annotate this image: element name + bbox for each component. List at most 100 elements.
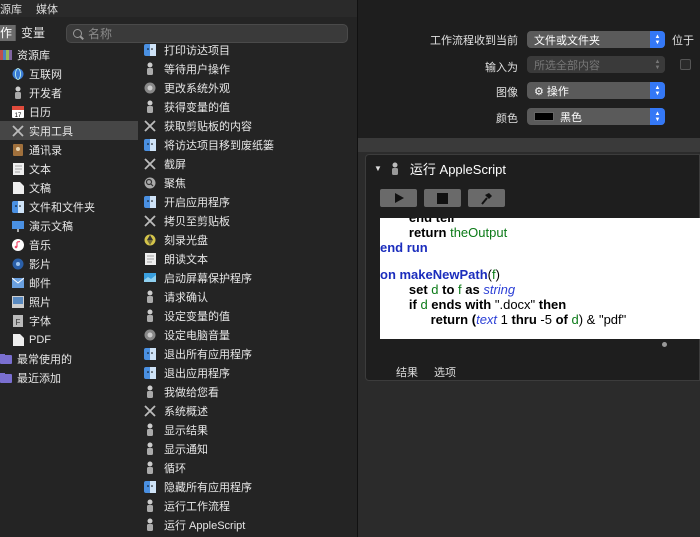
- input-popup[interactable]: 所选全部内容 ▲ ▼: [527, 56, 665, 73]
- code-token: string: [483, 282, 516, 297]
- automator-icon: [143, 442, 157, 456]
- library-item[interactable]: 资源库: [0, 45, 138, 64]
- code-token: ".docx": [494, 297, 536, 312]
- script-editor[interactable]: end tell return theOutputend runon makeN…: [380, 218, 700, 339]
- tools-icon: [143, 119, 157, 133]
- action-list-item[interactable]: 退出应用程序: [138, 363, 358, 382]
- input-checkbox[interactable]: [680, 59, 691, 70]
- tools-icon: [143, 157, 157, 171]
- finder-icon: [143, 195, 157, 209]
- library-item[interactable]: 文件和文件夹: [0, 197, 138, 216]
- library-item[interactable]: 最常使用的: [0, 349, 138, 368]
- search-input[interactable]: [88, 26, 328, 41]
- receives-popup[interactable]: 文件或文件夹 ▲ ▼: [527, 31, 665, 48]
- library-item[interactable]: 17 日历: [0, 102, 138, 121]
- disclosure-triangle-icon[interactable]: ▼: [374, 164, 382, 173]
- library-item[interactable]: 最近添加: [0, 368, 138, 387]
- action-item-label: 将访达项目移到废纸篓: [164, 139, 274, 152]
- action-list-item[interactable]: 聚焦: [138, 173, 358, 192]
- action-item-label: 设定变量的值: [164, 310, 230, 323]
- action-list-item[interactable]: 运行工作流程: [138, 496, 358, 515]
- library-item[interactable]: 文稿: [0, 178, 138, 197]
- results-tab[interactable]: 结果: [396, 364, 418, 380]
- action-list-item[interactable]: 获得变量的值: [138, 97, 358, 116]
- run-button[interactable]: [380, 189, 417, 207]
- action-header: ▼ 运行 AppleScript: [374, 159, 506, 178]
- action-list-item[interactable]: 等待用户操作: [138, 59, 358, 78]
- action-list-item[interactable]: 开启应用程序: [138, 192, 358, 211]
- action-list-item[interactable]: 显示通知: [138, 439, 358, 458]
- action-list-item[interactable]: 将访达项目移到废纸篓: [138, 135, 358, 154]
- library-item[interactable]: 邮件: [0, 273, 138, 292]
- action-item-label: 启动屏幕保护程序: [164, 272, 252, 285]
- action-list-item[interactable]: 截屏: [138, 154, 358, 173]
- finder-icon: [143, 480, 157, 494]
- tab-library[interactable]: 源库: [0, 1, 22, 17]
- code-token: d: [571, 312, 579, 327]
- library-item-label: 邮件: [29, 277, 51, 290]
- action-list-item[interactable]: 设定变量的值: [138, 306, 358, 325]
- code-token: return (: [380, 312, 477, 327]
- action-list-item[interactable]: 运行 AppleScript: [138, 515, 358, 534]
- code-token: of: [555, 312, 568, 327]
- automator-icon: [143, 385, 157, 399]
- color-popup[interactable]: 黑色 ▲ ▼: [527, 108, 665, 125]
- library-item-label: 实用工具: [29, 125, 73, 138]
- library-item[interactable]: F 字体: [0, 311, 138, 330]
- action-list-item[interactable]: 设定电脑音量: [138, 325, 358, 344]
- action-list-item[interactable]: 我做给您看: [138, 382, 358, 401]
- text-icon: [12, 162, 24, 175]
- library-item[interactable]: 实用工具: [0, 121, 138, 140]
- contacts-icon: [12, 143, 24, 156]
- library-item[interactable]: 互联网: [0, 64, 138, 83]
- in-label: 位于: [672, 35, 694, 47]
- automator-icon: [143, 290, 157, 304]
- action-item-label: 开启应用程序: [164, 196, 230, 209]
- library-item[interactable]: 影片: [0, 254, 138, 273]
- segment-actions[interactable]: 作: [0, 25, 16, 41]
- action-list-item[interactable]: 启动屏幕保护程序: [138, 268, 358, 287]
- action-list-item[interactable]: 拷贝至剪贴板: [138, 211, 358, 230]
- action-list-item[interactable]: 更改系统外观: [138, 78, 358, 97]
- library-item[interactable]: 通讯录: [0, 140, 138, 159]
- action-item-label: 显示通知: [164, 443, 208, 456]
- library-item-label: PDF: [29, 333, 51, 346]
- library-item[interactable]: 演示文稿: [0, 216, 138, 235]
- action-list-item[interactable]: 隐藏所有应用程序: [138, 477, 358, 496]
- workflow-canvas: ▼ 运行 AppleScript end tell return t: [358, 138, 700, 537]
- action-list-item[interactable]: 退出所有应用程序: [138, 344, 358, 363]
- stop-button[interactable]: [424, 189, 461, 207]
- code-token: end: [380, 240, 407, 255]
- action-item-label: 退出所有应用程序: [164, 348, 252, 361]
- options-tab[interactable]: 选项: [434, 364, 456, 380]
- action-list-item[interactable]: 打印访达项目: [138, 40, 358, 59]
- code-token: 1: [497, 312, 512, 327]
- image-popup[interactable]: ⚙ 操作 ▲ ▼: [527, 82, 665, 99]
- library-item-label: 最近添加: [17, 372, 61, 385]
- library-item[interactable]: PDF: [0, 330, 138, 349]
- library-item-label: 文本: [29, 163, 51, 176]
- action-list-item[interactable]: 循环: [138, 458, 358, 477]
- action-list-item[interactable]: 刻录光盘: [138, 230, 358, 249]
- action-list-item[interactable]: 朗读文本: [138, 249, 358, 268]
- library-item[interactable]: 文本: [0, 159, 138, 178]
- action-list-item[interactable]: 系统概述: [138, 401, 358, 420]
- action-list-item[interactable]: 请求确认: [138, 287, 358, 306]
- library-item[interactable]: 开发者: [0, 83, 138, 102]
- popup-arrows-icon: ▲ ▼: [650, 108, 665, 125]
- library-item[interactable]: 照片: [0, 292, 138, 311]
- library-item[interactable]: 音乐: [0, 235, 138, 254]
- action-item-label: 系统概述: [164, 405, 208, 418]
- action-item-label: 获取剪贴板的内容: [164, 120, 252, 133]
- action-list-item[interactable]: 获取剪贴板的内容: [138, 116, 358, 135]
- action-list-item[interactable]: 显示结果: [138, 420, 358, 439]
- tab-media[interactable]: 媒体: [36, 1, 58, 17]
- segment-variables[interactable]: 变量: [16, 25, 50, 41]
- smart-folder-icon: [0, 372, 12, 384]
- compile-button[interactable]: [468, 189, 505, 207]
- color-swatch: [534, 112, 554, 121]
- svg-text:F: F: [16, 318, 21, 327]
- tools-icon: [143, 214, 157, 228]
- library-list: 资源库 互联网 开发者 17 日历实用工具通讯录文本文稿 文件和文件夹 演示文稿 音乐 影片邮件…: [0, 45, 138, 387]
